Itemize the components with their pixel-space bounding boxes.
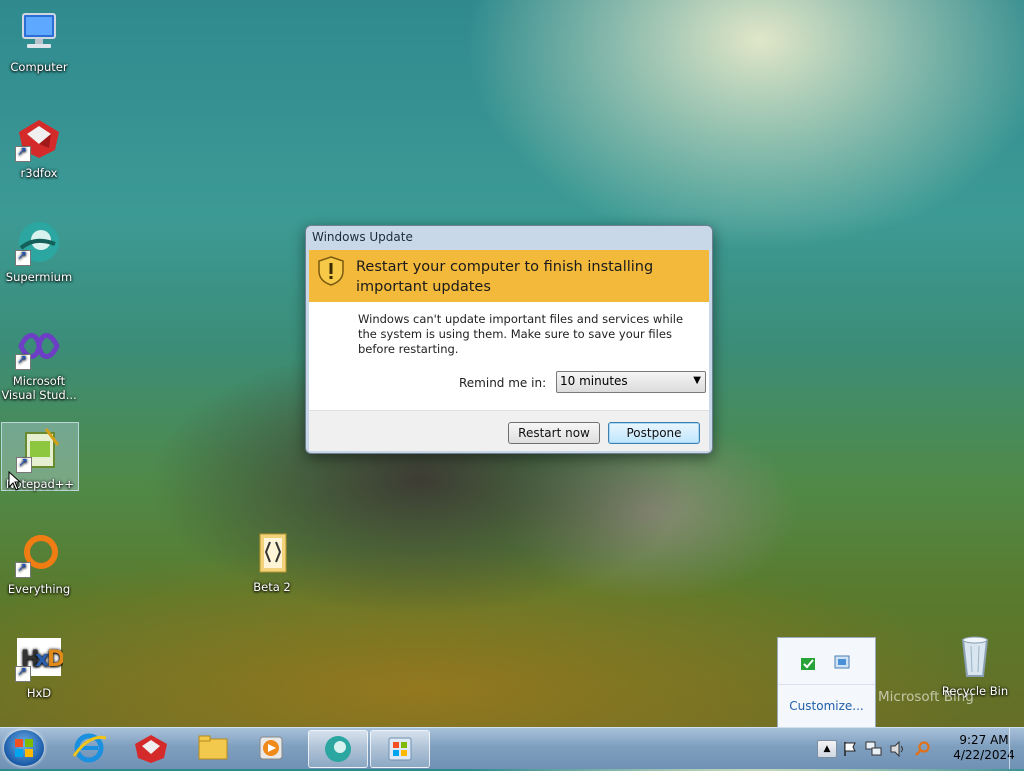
shortcut-arrow-icon: [15, 144, 31, 162]
remind-select-value: 10 minutes: [560, 374, 628, 388]
r3dfox-icon: [15, 114, 63, 162]
hxd-icon: H x D: [15, 634, 65, 682]
bing-watermark: Microsoft Bing: [878, 689, 974, 705]
chevron-up-icon: ▲: [823, 744, 831, 754]
r3dfox-icon: [135, 735, 167, 763]
taskbar-r3dfox[interactable]: [122, 730, 180, 766]
everything-icon: [15, 530, 63, 578]
folder-icon: [198, 735, 228, 760]
mouse-cursor-icon: [8, 471, 22, 491]
dialog-footer: Restart now Postpone: [309, 410, 709, 451]
media-player-icon: [259, 736, 283, 760]
desktop-icon-visual-studio[interactable]: Microsoft Visual Stud...: [1, 316, 77, 402]
customize-link[interactable]: Customize...: [778, 699, 875, 713]
desktop-icon-label: Beta 2: [253, 580, 291, 594]
desktop-icon-supermium[interactable]: Supermium: [1, 212, 77, 284]
shortcut-arrow-icon: [15, 664, 31, 682]
windows-logo-icon: [15, 739, 33, 757]
supermium-icon: [15, 218, 63, 266]
network-adapter-icon[interactable]: [833, 653, 851, 671]
shortcut-arrow-icon: [15, 560, 31, 578]
action-center-flag-icon[interactable]: [842, 741, 858, 757]
windows-update-dialog: Windows Update Restart your computer to …: [305, 225, 713, 454]
dialog-banner: Restart your computer to finish installi…: [309, 250, 709, 302]
chevron-down-icon: ▼: [693, 375, 701, 386]
shortcut-arrow-icon: [15, 352, 31, 370]
sync-check-icon[interactable]: [800, 654, 818, 672]
shortcut-arrow-icon: [15, 248, 31, 266]
desktop-icon-label: Supermium: [5, 270, 73, 284]
tray-overflow-popup: Customize...: [777, 637, 876, 728]
notepad-plus-plus-icon: [16, 425, 64, 473]
desktop-icon-label: r3dfox: [20, 166, 58, 180]
taskbar-internet-explorer[interactable]: [60, 730, 118, 766]
taskbar-windows-update[interactable]: [370, 730, 430, 768]
desktop-icon-computer[interactable]: Computer: [1, 2, 77, 74]
volume-icon[interactable]: [889, 741, 907, 757]
svg-text:D: D: [47, 647, 63, 672]
folder-icon: [248, 528, 296, 576]
desktop-icon-hxd[interactable]: H x D HxD: [1, 628, 77, 700]
desktop-icon-label: HxD: [26, 686, 52, 700]
remind-select[interactable]: 10 minutes ▼: [556, 371, 706, 393]
taskbar-supermium[interactable]: [308, 730, 368, 768]
shield-warning-icon: [318, 256, 344, 286]
network-icon[interactable]: [865, 741, 883, 757]
desktop-icon-label: Microsoft Visual Stud...: [1, 374, 77, 402]
dialog-description: Windows can't update important files and…: [358, 312, 684, 356]
desktop-icon-everything[interactable]: Everything: [1, 524, 77, 596]
desktop-icon-recycle-bin[interactable]: Recycle Bin: [937, 626, 1013, 698]
postpone-button[interactable]: Postpone: [608, 422, 700, 444]
windows-update-icon: [388, 737, 412, 761]
recycle-bin-icon: [951, 632, 999, 680]
system-tray: ▲ 9:27 AM 4/22/2024: [815, 728, 1024, 769]
dialog-content: Windows can't update important files and…: [309, 302, 709, 410]
computer-icon: [15, 8, 63, 56]
supermium-icon: [325, 736, 351, 762]
visual-studio-icon: [15, 322, 63, 370]
desktop-icon-r3dfox[interactable]: r3dfox: [1, 108, 77, 180]
desktop-icon-label: Computer: [10, 60, 68, 74]
search-icon[interactable]: [914, 741, 932, 757]
dialog-title: Windows Update: [312, 230, 413, 244]
start-button[interactable]: [4, 730, 44, 766]
internet-explorer-icon: [72, 733, 107, 763]
desktop-icon-label: Everything: [7, 582, 71, 596]
dialog-headline: Restart your computer to finish installi…: [356, 259, 654, 295]
restart-now-button[interactable]: Restart now: [508, 422, 600, 444]
show-desktop-button[interactable]: [1009, 728, 1024, 769]
taskbar-media-player[interactable]: [242, 730, 300, 766]
taskbar: ▲ 9:27 AM 4/22/2024: [0, 727, 1024, 769]
show-hidden-icons-button[interactable]: ▲: [817, 740, 837, 758]
remind-label: Remind me in:: [459, 376, 547, 390]
desktop-icon-beta-2[interactable]: Beta 2: [234, 522, 310, 594]
taskbar-file-explorer[interactable]: [184, 730, 242, 766]
tray-overflow-icons: [778, 638, 875, 685]
